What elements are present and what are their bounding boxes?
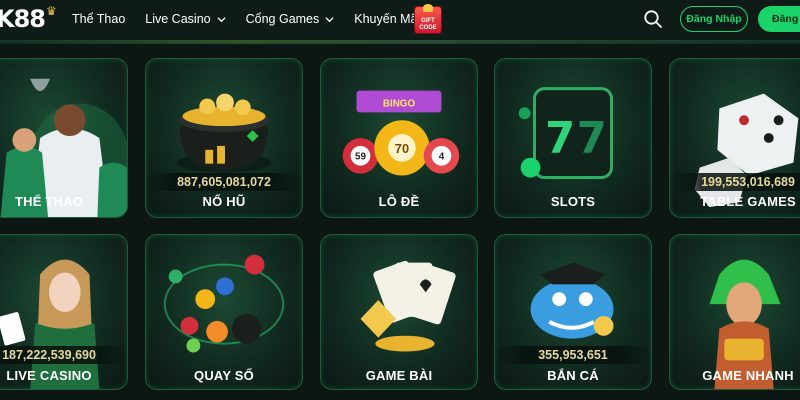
game-card-label: NỔ HŨ <box>202 194 246 209</box>
jackpot-amount: 199,553,016,689 <box>670 173 800 191</box>
game-card-label: TABLE GAMES <box>700 194 796 209</box>
jackpot-amount: 355,953,651 <box>495 346 651 364</box>
logo-text: K88 <box>0 5 46 33</box>
nav-label: Live Casino <box>145 12 211 26</box>
nav-item-cong-games[interactable]: Cổng Games <box>246 12 335 26</box>
game-card-the-thao[interactable]: THỂ THAO <box>0 58 128 218</box>
pirate-fish-art <box>530 262 614 339</box>
main-nav: Thể Thao Live Casino Cổng Games Khuyến M… <box>72 0 455 38</box>
search-icon[interactable] <box>643 9 663 29</box>
gift-code-button[interactable]: GIFT CODE <box>414 4 442 34</box>
game-card-label: BẮN CÁ <box>547 368 599 383</box>
top-navbar: K88 ♛ Thể Thao Live Casino Cổng Games Khu… <box>0 0 800 44</box>
game-card-label: GAME NHANH <box>702 368 794 383</box>
game-card-game-nhanh[interactable]: GAME NHANH <box>669 234 800 390</box>
nav-label: Khuyến Mãi <box>354 12 421 26</box>
ball-number: 4 <box>439 152 445 163</box>
playing-cards-art <box>360 260 456 352</box>
nav-item-the-thao[interactable]: Thể Thao <box>72 12 125 26</box>
crown-icon: ♛ <box>46 4 57 18</box>
nav-label: Thể Thao <box>72 12 126 26</box>
jackpot-amount: 187,222,539,690 <box>0 346 127 364</box>
brand-logo[interactable]: K88 ♛ <box>0 4 57 34</box>
svg-text:7: 7 <box>545 114 575 164</box>
chevron-down-icon <box>217 16 226 22</box>
nav-item-live-casino[interactable]: Live Casino <box>145 12 226 26</box>
game-card-table-games[interactable]: 199,553,016,689 TABLE GAMES <box>669 58 800 218</box>
ball-number: 59 <box>355 152 366 163</box>
live-dealer-art <box>0 259 100 389</box>
gift-icon <box>423 4 433 12</box>
bingo-sign-text: BINGO <box>383 98 416 109</box>
goddess-art <box>709 259 781 389</box>
game-card-live-casino[interactable]: 187,222,539,690 LIVE CASINO <box>0 234 128 390</box>
pool-balls-art <box>163 254 285 353</box>
login-button[interactable]: Đăng Nhập <box>680 6 748 32</box>
chevron-down-icon <box>325 16 334 22</box>
nav-label: Cổng Games <box>245 12 320 26</box>
game-card-label: THỂ THAO <box>14 194 84 209</box>
game-card-label: LIVE CASINO <box>6 368 92 383</box>
signup-button[interactable]: Đăng <box>758 6 800 32</box>
game-card-label: LÔ ĐỀ <box>378 194 420 209</box>
game-card-game-bai[interactable]: GAME BÀI <box>320 234 478 390</box>
game-card-label: GAME BÀI <box>365 368 433 383</box>
game-card-slots[interactable]: 7 7 SLOTS <box>494 58 652 218</box>
jackpot-amount: 887,605,081,072 <box>146 173 302 191</box>
game-card-label: QUAY SỐ <box>194 368 254 383</box>
game-card-ban-ca[interactable]: 355,953,651 BẮN CÁ <box>494 234 652 390</box>
game-card-no-hu[interactable]: 887,605,081,072 NỔ HŨ <box>145 58 303 218</box>
ball-number: 70 <box>395 141 409 156</box>
svg-text:7: 7 <box>577 114 607 164</box>
gift-line2: CODE <box>419 24 437 31</box>
game-card-lo-de[interactable]: BINGO 59 70 4 LÔ ĐỀ <box>320 58 478 218</box>
game-card-quay-so[interactable]: QUAY SỐ <box>145 234 303 390</box>
game-card-label: SLOTS <box>550 194 596 209</box>
